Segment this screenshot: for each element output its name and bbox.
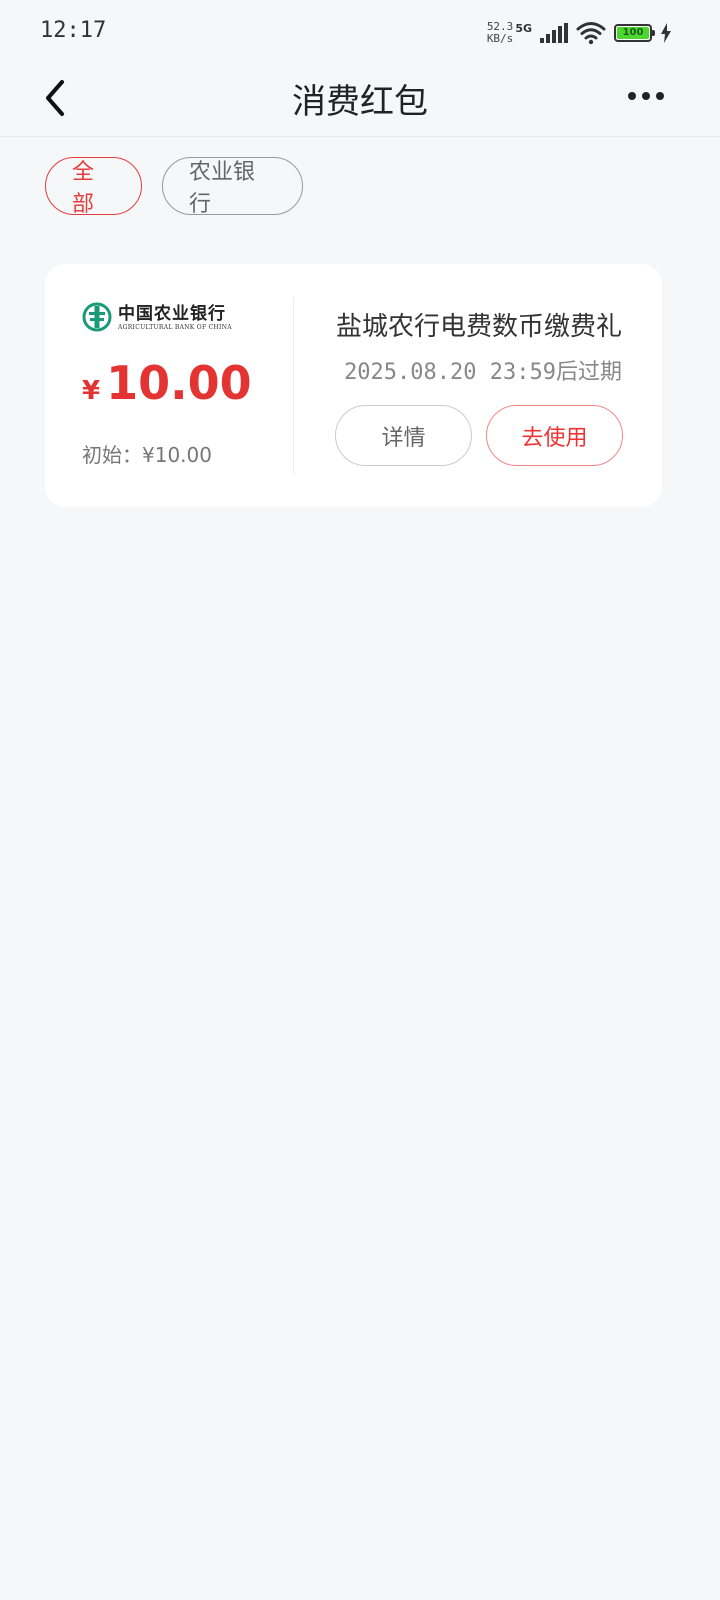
coupon-name: 盐城农行电费数币缴费礼 xyxy=(335,312,622,342)
charging-icon xyxy=(661,23,671,43)
card-divider xyxy=(293,298,294,474)
coupon-card[interactable]: 中国农业银行 AGRICULTURAL BANK OF CHINA ¥ 10.0… xyxy=(45,264,662,507)
signal-icon xyxy=(540,23,568,43)
detail-button[interactable]: 详情 xyxy=(335,405,472,466)
wifi-icon xyxy=(576,22,606,45)
filter-chip-abc[interactable]: 农业银行 xyxy=(162,157,303,217)
net-speed: 52.3 KB/s xyxy=(487,21,514,45)
battery-level: 100 xyxy=(617,27,649,39)
bank-name: 中国农业银行 AGRICULTURAL BANK OF CHINA xyxy=(118,304,232,331)
status-time: 12:17 xyxy=(40,18,107,43)
initial-amount: 初始：¥10.00 xyxy=(82,443,212,467)
filter-chips: 全部 农业银行 xyxy=(45,157,303,217)
nav-bar: 消费红包 xyxy=(0,64,720,137)
net-speed-unit: KB/s xyxy=(486,32,514,45)
currency-symbol: ¥ xyxy=(82,376,101,406)
network-type: 5G xyxy=(515,21,532,35)
page-title: 消费红包 xyxy=(292,82,428,122)
battery-icon: 100 xyxy=(614,24,655,42)
expire-date: 2025.08.20 23:59后过期 xyxy=(344,360,622,385)
status-icons: 52.3 KB/s 5G 100 xyxy=(487,18,672,48)
more-icon[interactable] xyxy=(628,92,664,100)
status-bar: 12:17 52.3 KB/s 5G 100 xyxy=(0,0,720,64)
use-button[interactable]: 去使用 xyxy=(486,405,623,466)
filter-chip-all[interactable]: 全部 xyxy=(45,157,142,217)
abc-bank-logo-icon xyxy=(82,302,112,332)
bank-logo: 中国农业银行 AGRICULTURAL BANK OF CHINA xyxy=(82,302,232,332)
coupon-amount: ¥ 10.00 xyxy=(82,356,252,410)
amount-value: 10.00 xyxy=(106,356,252,410)
bank-name-en: AGRICULTURAL BANK OF CHINA xyxy=(118,323,232,331)
bank-name-cn: 中国农业银行 xyxy=(118,303,226,324)
